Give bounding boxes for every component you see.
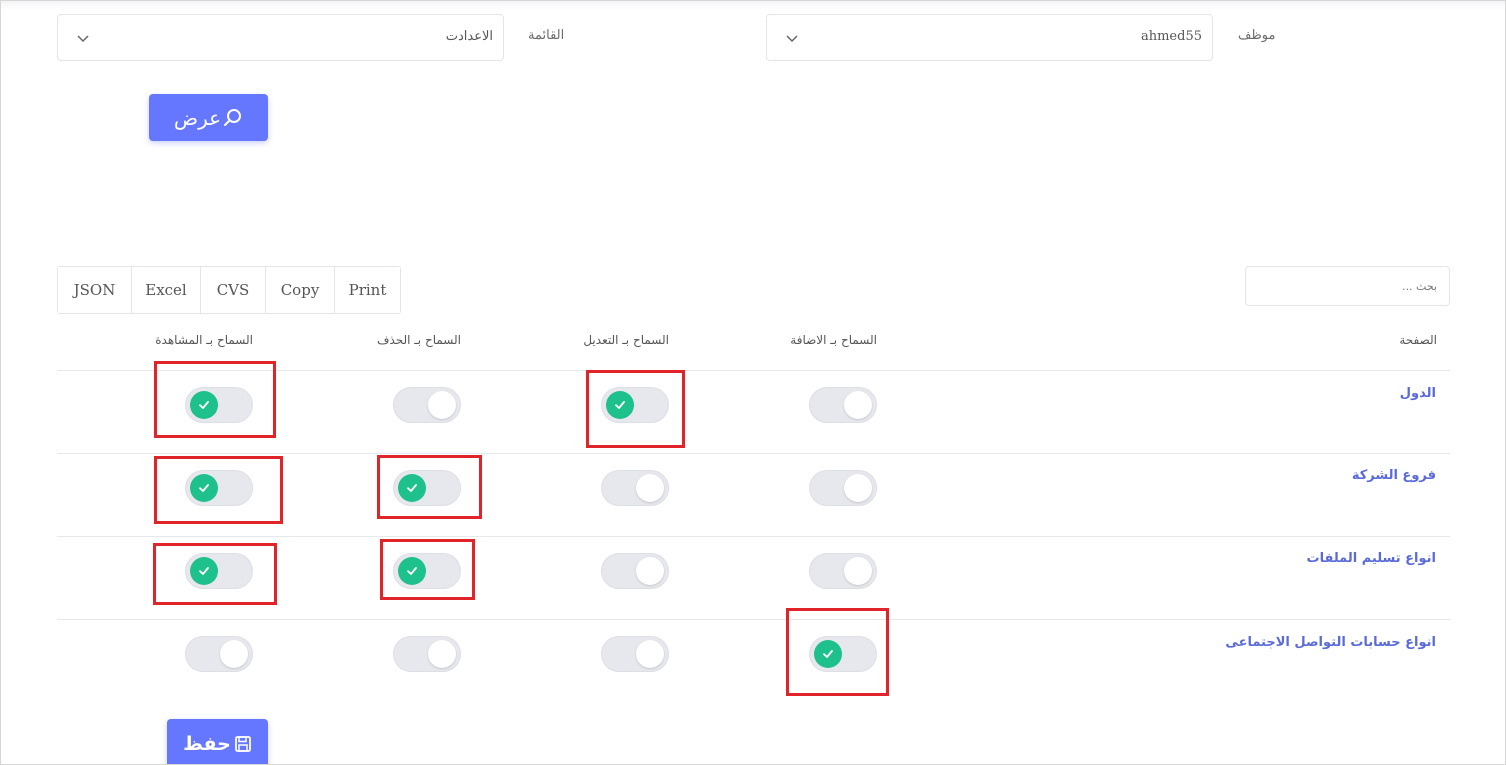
toggle-edit[interactable] — [601, 553, 669, 589]
row-divider — [57, 536, 1450, 537]
toggle-add[interactable] — [809, 470, 877, 506]
employee-select[interactable]: ahmed55 — [766, 14, 1213, 61]
export-excel-button[interactable]: Excel — [132, 267, 201, 313]
table-row-page-name: انواع تسليم الملفات — [1306, 551, 1436, 566]
toggle-knob — [220, 640, 248, 668]
top-shade — [0, 0, 1506, 10]
employee-label: موظف — [1238, 28, 1276, 43]
search-input[interactable] — [1245, 266, 1450, 306]
save-icon — [234, 736, 251, 752]
toggle-knob — [428, 640, 456, 668]
print-button[interactable]: Print — [335, 267, 400, 313]
column-header-allow-add: السماح بـ الاضافة — [790, 333, 877, 347]
save-button-label: حفظ — [183, 733, 231, 755]
toggle-edit[interactable] — [601, 636, 669, 672]
toggle-knob — [636, 557, 664, 585]
view-button[interactable]: عرض — [149, 94, 268, 141]
table-row-page-name: الدول — [1399, 386, 1436, 401]
chevron-down-icon — [786, 35, 798, 43]
toggle-delete[interactable] — [393, 387, 461, 423]
toggle-add[interactable] — [809, 553, 877, 589]
toggle-add[interactable] — [809, 387, 877, 423]
export-button-group: JSON Excel CVS Copy Print — [57, 266, 401, 314]
highlight-box — [377, 455, 482, 519]
chevron-down-icon — [77, 35, 89, 43]
highlight-box — [786, 608, 889, 696]
menu-label: القائمة — [528, 28, 565, 43]
highlight-box — [380, 539, 475, 600]
save-button[interactable]: حفظ — [167, 719, 268, 765]
menu-select-value: الاعدادت — [445, 29, 493, 44]
column-header-page: الصفحة — [1399, 333, 1437, 347]
toggle-knob — [844, 557, 872, 585]
toggle-knob — [844, 391, 872, 419]
toggle-knob — [636, 640, 664, 668]
table-row-page-name: انواع حسابات التواصل الاجتماعى — [1225, 635, 1436, 650]
toggle-delete[interactable] — [393, 636, 461, 672]
column-header-allow-edit: السماح بـ التعديل — [583, 333, 669, 347]
employee-select-value: ahmed55 — [1140, 29, 1202, 44]
view-button-label: عرض — [173, 105, 222, 130]
toggle-knob — [844, 474, 872, 502]
column-header-allow-delete: السماح بـ الحذف — [377, 333, 461, 347]
row-divider — [57, 619, 1450, 620]
toggle-view[interactable] — [185, 636, 253, 672]
table-row-page-name: فروع الشركة — [1351, 468, 1436, 483]
highlight-box — [153, 543, 277, 605]
search-icon — [224, 108, 242, 126]
row-divider — [57, 453, 1450, 454]
highlight-box — [154, 361, 276, 438]
menu-select[interactable]: الاعدادت — [57, 14, 504, 61]
highlight-box — [586, 370, 685, 448]
highlight-box — [154, 456, 283, 524]
toggle-knob — [636, 474, 664, 502]
toggle-knob — [428, 391, 456, 419]
column-header-allow-view: السماح بـ المشاهدة — [155, 333, 253, 347]
copy-button[interactable]: Copy — [266, 267, 335, 313]
toggle-edit[interactable] — [601, 470, 669, 506]
export-csv-button[interactable]: CVS — [201, 267, 266, 313]
export-json-button[interactable]: JSON — [58, 267, 132, 313]
